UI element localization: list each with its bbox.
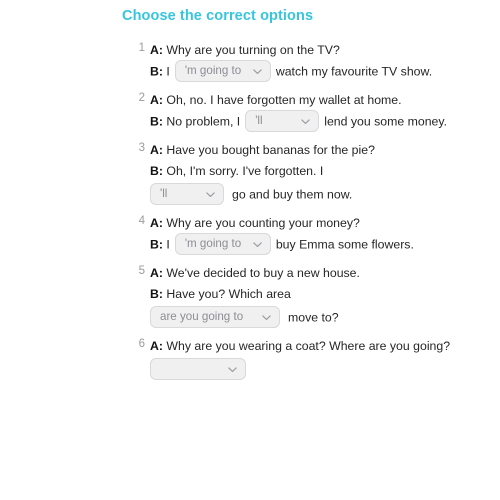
dialogue-line: B: I 'm going to buy Emma some flowers. (150, 233, 482, 256)
sentence-text: I (166, 237, 170, 252)
sentence-text: Have you bought bananas for the pie? (166, 143, 375, 157)
chevron-down-icon (252, 66, 263, 77)
answer-dropdown[interactable]: 'll (150, 183, 224, 205)
sentence-text: go and buy them now. (232, 187, 353, 202)
speaker-label: B: (150, 287, 163, 301)
question-number: 2 (138, 92, 145, 104)
dialogue-line: A: Oh, no. I have forgotten my wallet at… (150, 90, 482, 110)
answer-dropdown-value: 'll (255, 114, 263, 127)
speaker-label: B: (150, 64, 163, 79)
sentence-text: I (166, 64, 170, 79)
sentence-text: move to? (288, 310, 339, 325)
speaker-label: A: (150, 43, 163, 57)
speaker-label: A: (150, 339, 163, 353)
dialogue-line: B: No problem, I 'll lend you some money. (150, 110, 482, 133)
speaker-label: B: (150, 164, 163, 178)
answer-line: are you going to move to? (150, 306, 482, 329)
speaker-label: A: (150, 266, 163, 280)
sentence-text: Have you? Which area (166, 287, 291, 301)
question-number: 5 (138, 265, 145, 277)
answer-dropdown-value: 'll (160, 187, 168, 200)
sentence-text: lend you some money. (324, 114, 448, 129)
sentence-text: Why are you counting your money? (166, 216, 360, 230)
page-title: Choose the correct options (122, 8, 314, 24)
chevron-down-icon (252, 239, 263, 250)
question-item: 4 A: Why are you counting your money? B: I… (0, 213, 500, 256)
chevron-down-icon (227, 364, 238, 375)
question-number: 3 (138, 142, 145, 154)
question-number: 6 (138, 338, 145, 350)
sentence-text: watch my favourite TV show. (275, 64, 433, 79)
chevron-down-icon (205, 189, 216, 200)
answer-dropdown[interactable] (150, 358, 246, 380)
question-item: 3 A: Have you bought bananas for the pie?… (0, 140, 500, 206)
question-item: 1 A: Why are you turning on the TV? B: I'm… (0, 40, 500, 83)
speaker-label: B: (150, 237, 163, 252)
sentence-text: No problem, I (166, 114, 241, 129)
answer-dropdown-value: are you going to (160, 310, 244, 323)
dialogue-line: A: Why are you turning on the TV? (150, 40, 482, 60)
question-number: 1 (138, 42, 145, 54)
sentence-text: Oh, I'm sorry. I've forgotten. I (166, 164, 324, 178)
dialogue-line: A: Why are you counting your money? (150, 213, 482, 233)
question-item: 2 A: Oh, no. I have forgotten my wallet a… (0, 90, 500, 133)
speaker-label: B: (150, 114, 163, 129)
chevron-down-icon (261, 312, 272, 323)
chevron-down-icon (300, 116, 311, 127)
answer-dropdown[interactable]: 'll (245, 110, 320, 132)
dialogue-line: A: Why are you wearing a coat? Where are… (150, 336, 482, 356)
question-list: 1 A: Why are you turning on the TV? B: I'm… (0, 40, 500, 388)
sentence-text: buy Emma some flowers. (275, 237, 414, 252)
exercise-page: Choose the correct options 1 A: Why are y… (0, 0, 500, 500)
dialogue-line: A: Have you bought bananas for the pie? (150, 140, 482, 160)
sentence-text: We've decided to buy a new house. (166, 266, 360, 280)
answer-line: 'll go and buy them now. (150, 183, 482, 206)
answer-dropdown[interactable]: 'm going to (174, 60, 271, 82)
dialogue-line: B: Oh, I'm sorry. I've forgotten. I (150, 161, 482, 181)
sentence-text: Why are you wearing a coat? Where are yo… (166, 339, 451, 353)
question-item: 5 A: We've decided to buy a new house. B: … (0, 263, 500, 329)
question-item: 6 A: Why are you wearing a coat? Where ar… (0, 336, 500, 381)
sentence-text: Why are you turning on the TV? (166, 43, 340, 57)
answer-line (150, 358, 482, 381)
dialogue-line: A: We've decided to buy a new house. (150, 263, 482, 283)
speaker-label: A: (150, 93, 163, 107)
dialogue-line: B: Have you? Which area (150, 284, 482, 304)
speaker-label: A: (150, 216, 163, 230)
sentence-text: Oh, no. I have forgotten my wallet at ho… (166, 93, 402, 107)
answer-dropdown[interactable]: are you going to (150, 306, 280, 328)
answer-dropdown-value: 'm going to (184, 237, 242, 250)
question-number: 4 (138, 215, 145, 227)
speaker-label: A: (150, 143, 163, 157)
answer-dropdown[interactable]: 'm going to (174, 233, 271, 255)
dialogue-line: B: I 'm going to watch my favourite TV sho… (150, 60, 482, 83)
answer-dropdown-value: 'm going to (184, 64, 242, 77)
